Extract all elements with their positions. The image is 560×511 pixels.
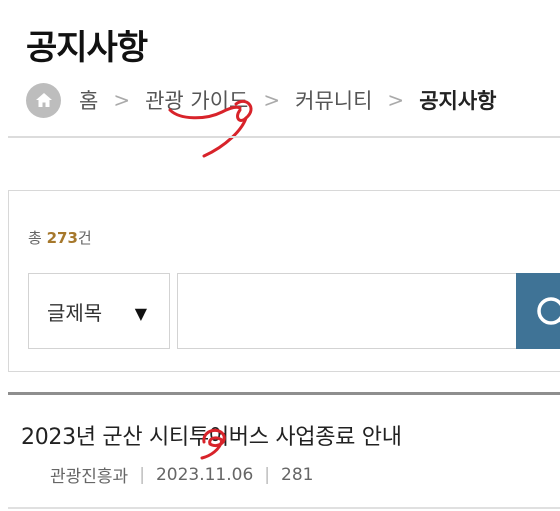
list-top-border	[8, 392, 560, 395]
home-button[interactable]	[26, 82, 61, 118]
search-icon	[537, 297, 560, 325]
breadcrumb-current: 공지사항	[419, 89, 497, 113]
breadcrumb-separator: >	[263, 88, 281, 112]
breadcrumb-tour-guide[interactable]: 관광 가이드	[145, 85, 248, 115]
caret-down-icon: ▼	[134, 304, 147, 323]
search-panel: 총 273건 글제목 ▼	[8, 190, 560, 372]
total-count-number: 273	[46, 229, 78, 247]
breadcrumb-community[interactable]: 커뮤니티	[295, 85, 372, 115]
page-title: 공지사항	[26, 28, 148, 68]
total-count: 총 273건	[28, 229, 92, 247]
post-views: 281	[281, 464, 314, 485]
search-button[interactable]	[516, 273, 560, 349]
breadcrumb-separator: >	[113, 88, 131, 112]
search-input[interactable]	[177, 273, 517, 349]
home-icon	[35, 93, 52, 107]
post-meta: 관광진흥과 | 2023.11.06 | 281	[50, 462, 314, 488]
divider	[8, 136, 560, 138]
search-field-select[interactable]: 글제목 ▼	[28, 273, 170, 349]
post-date: 2023.11.06	[155, 464, 254, 485]
post-title-link[interactable]: 2023년 군산 시티투어버스 사업종료 안내	[21, 419, 402, 451]
breadcrumb: 홈 > 관광 가이드 > 커뮤니티 > 공지사항	[26, 82, 496, 118]
divider	[8, 507, 560, 509]
meta-separator: |	[139, 464, 145, 485]
search-field-selected: 글제목	[47, 300, 103, 325]
breadcrumb-home[interactable]: 홈	[79, 85, 98, 115]
meta-separator: |	[264, 464, 271, 485]
breadcrumb-separator: >	[387, 88, 405, 112]
post-department: 관광진흥과	[50, 467, 129, 487]
